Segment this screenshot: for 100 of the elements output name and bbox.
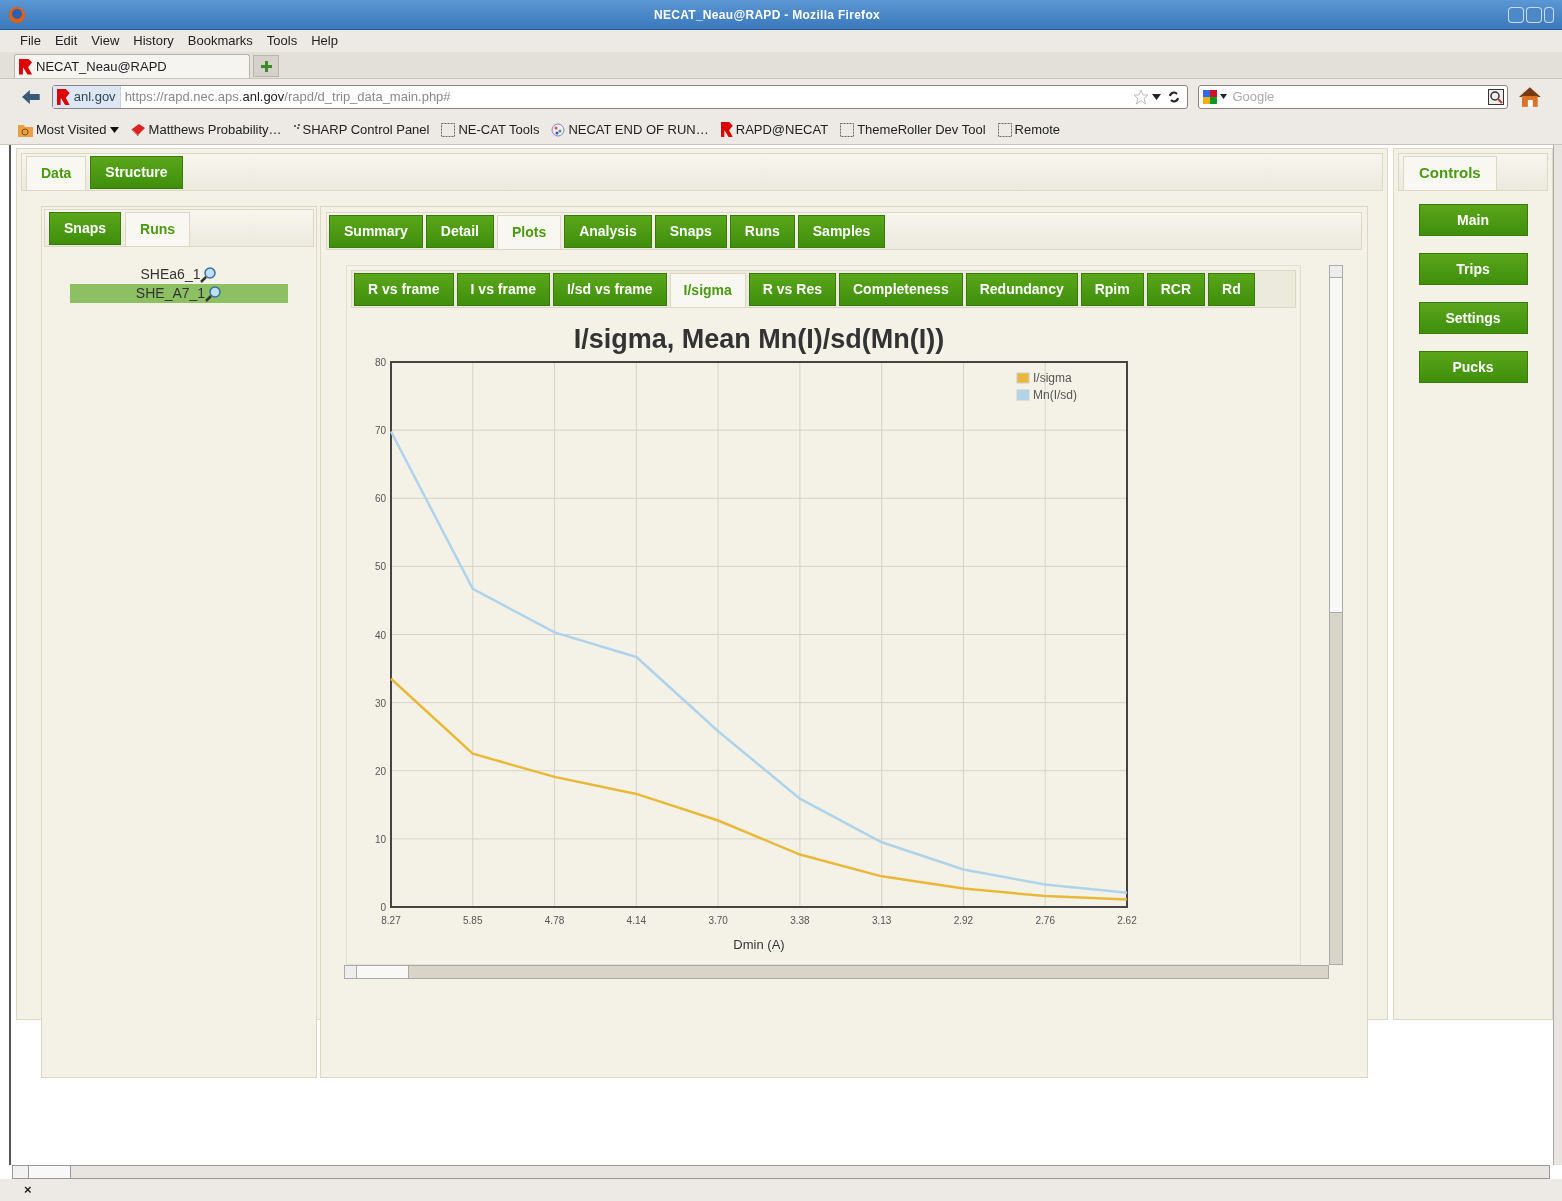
- dropdown-arrow-icon: [109, 126, 119, 133]
- x-tick-label: 4.78: [544, 915, 565, 926]
- book-icon: [130, 122, 146, 137]
- tab[interactable]: Analysis: [564, 215, 652, 248]
- window-title: NECAT_Neau@RAPD - Mozilla Firefox: [652, 6, 882, 24]
- tab[interactable]: Rd: [1208, 273, 1255, 306]
- scroll-left-button[interactable]: [345, 966, 357, 978]
- tab[interactable]: Summary: [329, 215, 423, 248]
- legend-label: I/sigma: [1033, 371, 1072, 385]
- menu-item[interactable]: Edit: [54, 31, 78, 51]
- dropdown-arrow-icon[interactable]: [1152, 94, 1162, 100]
- tab[interactable]: Completeness: [839, 273, 963, 306]
- bookmark-link[interactable]: Most Visited: [36, 119, 107, 140]
- y-tick-label: 30: [374, 697, 386, 709]
- bookmark-link[interactable]: Remote: [1014, 119, 1061, 140]
- blank-page-icon: [441, 122, 456, 137]
- reload-icon[interactable]: [1167, 90, 1182, 104]
- tab[interactable]: Rpim: [1080, 273, 1144, 306]
- address-bar[interactable]: anl.gov https://rapd.nec.aps.anl.gov/rapd/d_trip_data_main.php#: [51, 85, 1189, 109]
- x-tick-label: 2.92: [953, 915, 974, 926]
- tab[interactable]: I/sigma: [669, 273, 746, 307]
- page-scrollbar[interactable]: [1553, 145, 1562, 1165]
- y-tick-label: 80: [374, 357, 386, 368]
- tab[interactable]: Snaps: [49, 212, 121, 245]
- close-findbar-button[interactable]: ×: [24, 1180, 32, 1200]
- page-horizontal-scrollbar[interactable]: [12, 1165, 1550, 1179]
- tab[interactable]: I vs frame: [456, 273, 550, 306]
- tab[interactable]: Data: [26, 156, 87, 190]
- close-button[interactable]: [1544, 6, 1554, 23]
- plus-icon: [260, 60, 272, 72]
- x-tick-label: 3.38: [790, 915, 810, 926]
- menu-item[interactable]: Tools: [266, 31, 298, 51]
- vertical-scrollbar[interactable]: [1329, 265, 1343, 965]
- blank-page-icon: [840, 122, 855, 137]
- x-tick-label: 4.14: [626, 915, 647, 926]
- x-tick-label: 2.62: [1117, 915, 1137, 926]
- tab[interactable]: Redundancy: [965, 273, 1078, 306]
- tab[interactable]: Detail: [425, 215, 494, 248]
- tab[interactable]: Samples: [797, 215, 886, 248]
- horizontal-scrollbar[interactable]: [344, 965, 1329, 979]
- menu-item[interactable]: View: [91, 31, 120, 51]
- run-item[interactable]: SHE_A7_1: [70, 284, 288, 303]
- home-icon[interactable]: [1518, 86, 1542, 108]
- minimize-button[interactable]: [1508, 6, 1524, 23]
- search-input[interactable]: Google: [1232, 87, 1485, 107]
- x-tick-label: 3.70: [708, 915, 728, 926]
- globe-icon: [551, 122, 566, 137]
- back-arrow-icon[interactable]: [20, 88, 42, 106]
- x-tick-label: 5.85: [463, 915, 483, 926]
- y-tick-label: 40: [374, 629, 386, 641]
- nav-button[interactable]: Trips: [1418, 253, 1528, 285]
- nav-button[interactable]: Main: [1418, 204, 1528, 236]
- y-tick-label: 10: [374, 833, 386, 845]
- menu-item[interactable]: Bookmarks: [187, 31, 253, 51]
- legend-label: Mn(I/sd): [1033, 388, 1077, 402]
- scroll-left-button[interactable]: [13, 1166, 29, 1178]
- tab[interactable]: RCR: [1146, 273, 1206, 306]
- tab[interactable]: I/sd vs frame: [552, 273, 667, 306]
- tab[interactable]: Structure: [90, 156, 183, 189]
- scroll-thumb[interactable]: [1330, 278, 1342, 613]
- star-icon[interactable]: [1133, 89, 1150, 105]
- bookmark-link[interactable]: SHARP Control Panel: [302, 119, 430, 140]
- bookmark-link[interactable]: NE-CAT Tools: [458, 119, 540, 140]
- tab[interactable]: Controls: [1403, 156, 1497, 190]
- bookmark-link[interactable]: Matthews Probability…: [148, 119, 282, 140]
- tab[interactable]: R vs frame: [354, 273, 454, 306]
- tab[interactable]: Runs: [125, 212, 190, 246]
- run-item[interactable]: SHEa6_1: [70, 265, 288, 284]
- y-tick-label: 60: [374, 493, 386, 505]
- bookmark-link[interactable]: ThemeRoller Dev Tool: [857, 119, 986, 140]
- search-icon[interactable]: [1488, 89, 1505, 105]
- scroll-thumb[interactable]: [29, 1166, 71, 1178]
- nav-button[interactable]: Settings: [1418, 302, 1528, 334]
- magnifier-icon[interactable]: [200, 266, 218, 283]
- magnifier-icon[interactable]: [205, 285, 223, 302]
- scroll-up-button[interactable]: [1330, 266, 1342, 278]
- folder-icon: [18, 122, 33, 137]
- new-tab-button[interactable]: [253, 55, 279, 77]
- chart-title: I/sigma, Mean Mn(I)/sd(Mn(I)): [573, 324, 945, 354]
- search-bar[interactable]: Google: [1198, 85, 1509, 109]
- menu-item[interactable]: Help: [311, 31, 338, 51]
- x-tick-label: 8.27: [381, 915, 401, 926]
- browser-tab[interactable]: NECAT_Neau@RAPD: [14, 54, 250, 78]
- tab[interactable]: Plots: [496, 215, 562, 249]
- menu-item[interactable]: File: [20, 31, 41, 51]
- bookmark-link[interactable]: RAPD@NECAT: [735, 119, 829, 140]
- menu-item[interactable]: History: [133, 31, 174, 51]
- browser-logo-icon: [8, 5, 26, 24]
- tab[interactable]: Snaps: [654, 215, 727, 248]
- tab[interactable]: R vs Res: [748, 273, 836, 306]
- y-tick-label: 0: [380, 902, 386, 913]
- tab[interactable]: Runs: [729, 215, 795, 248]
- rapd-r-icon: [720, 122, 733, 137]
- x-tick-label: 2.76: [1035, 915, 1055, 926]
- search-engine-icon[interactable]: [1202, 89, 1229, 105]
- scroll-thumb[interactable]: [357, 966, 409, 978]
- bookmark-link[interactable]: NECAT END OF RUN…: [568, 119, 709, 140]
- maximize-button[interactable]: [1526, 6, 1542, 23]
- nav-button[interactable]: Pucks: [1418, 351, 1528, 383]
- site-r-icon: [56, 89, 70, 105]
